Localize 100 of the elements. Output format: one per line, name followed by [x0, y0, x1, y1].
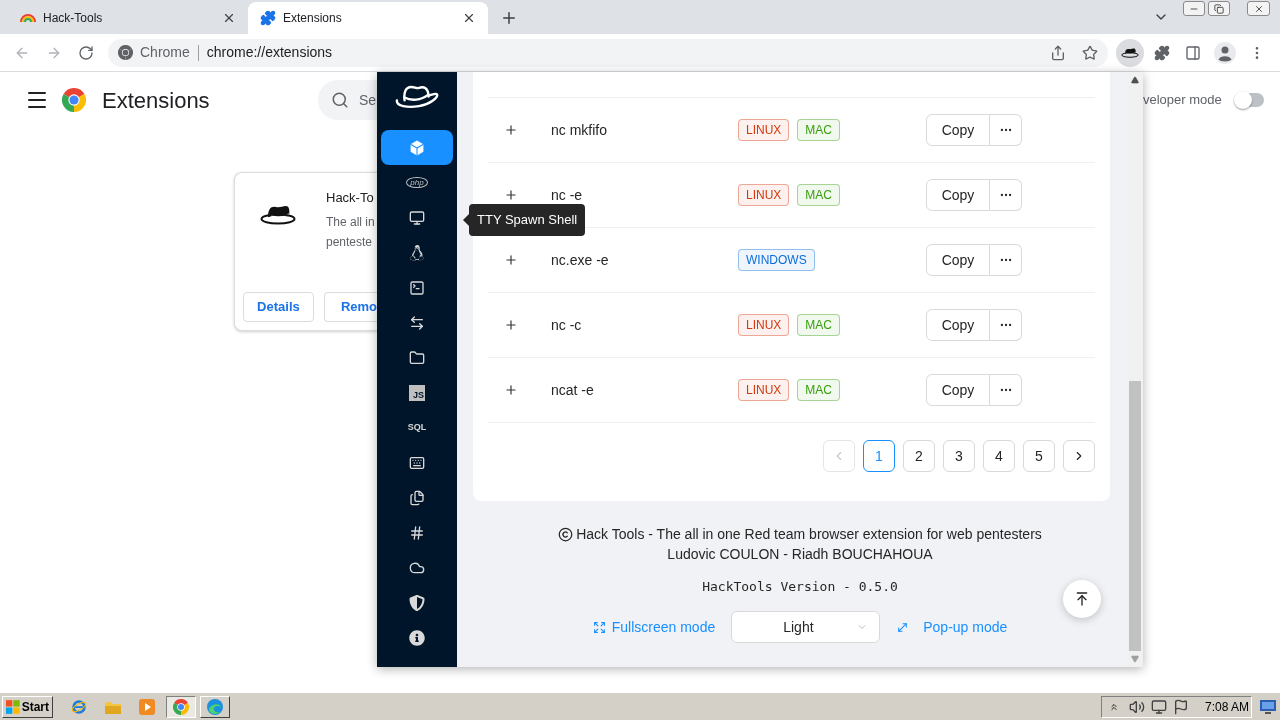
developer-mode-label: veloper mode — [1143, 91, 1222, 110]
copyright-icon — [558, 526, 574, 542]
browser-tab[interactable]: Extensions — [248, 2, 488, 34]
hat-logo-icon — [395, 85, 439, 109]
extension-name: Hack-To — [326, 189, 375, 207]
chrome-logo-icon — [118, 45, 133, 60]
four-color-flag-icon — [6, 699, 20, 714]
command-name: nc -e — [551, 188, 584, 202]
version-text: HackTools Version - 0.5.0 — [702, 578, 898, 596]
e-logo-icon[interactable] — [71, 698, 87, 715]
platform-tag: LINUX — [738, 184, 790, 206]
restore-icon — [1214, 3, 1224, 14]
page-button[interactable]: 5 — [1023, 440, 1055, 472]
flag-icon[interactable] — [1172, 698, 1189, 715]
scrollbar-thumb[interactable] — [1129, 381, 1141, 651]
page-button[interactable]: 3 — [943, 440, 975, 472]
star-icon[interactable] — [1082, 44, 1098, 61]
monitor-icon[interactable] — [1150, 698, 1167, 715]
close-tab-icon[interactable] — [462, 11, 476, 25]
copy-button[interactable]: Copy — [926, 114, 990, 146]
back-to-top-button[interactable] — [1063, 580, 1101, 618]
share-icon[interactable] — [1050, 44, 1066, 61]
theme-select[interactable]: Light — [731, 611, 881, 643]
expand-plus-icon[interactable] — [504, 188, 518, 202]
command-name: nc -c — [551, 318, 583, 332]
scroll-up-arrow-icon[interactable] — [1131, 76, 1139, 84]
command-name: ncat -e — [551, 383, 595, 397]
chrome-logo-icon — [62, 88, 86, 112]
shield-icon — [409, 594, 425, 611]
platform-tag: MAC — [797, 184, 840, 206]
left-right-arrows-icon — [409, 314, 425, 331]
search-input[interactable]: Se — [359, 89, 377, 111]
expand-plus-icon[interactable] — [504, 123, 518, 137]
copy-button[interactable]: Copy — [926, 374, 990, 406]
files-icon — [409, 489, 425, 506]
sidebar-item[interactable]: JS — [381, 375, 453, 410]
page-title: Extensions — [102, 86, 210, 115]
side-panel-icon[interactable] — [1185, 44, 1201, 61]
play-icon[interactable] — [139, 698, 155, 715]
extension-description: penteste — [326, 234, 374, 251]
developer-mode-toggle[interactable] — [1233, 91, 1266, 109]
copy-button[interactable]: Copy — [926, 244, 990, 276]
extension-description: The all in — [326, 214, 375, 231]
info-icon — [409, 629, 425, 646]
site-chip[interactable]: Chrome — [118, 42, 190, 63]
rainbow-icon — [20, 14, 36, 22]
reload-icon[interactable] — [78, 44, 94, 61]
sidebar-item[interactable] — [381, 130, 453, 165]
swirl-logo-icon — [207, 698, 223, 715]
puzzle-icon — [260, 10, 276, 26]
details-button[interactable]: Details — [243, 292, 314, 322]
hat-icon — [260, 205, 296, 225]
copy-button[interactable]: Copy — [926, 179, 990, 211]
monitor-icon — [409, 209, 425, 226]
cube-icon — [409, 139, 425, 156]
arrow-up-to-line-icon — [1074, 591, 1090, 607]
puzzle-icon[interactable] — [1154, 44, 1170, 61]
penguin-icon — [409, 244, 425, 261]
chrome-logo-icon — [173, 698, 189, 715]
terminal-icon — [409, 279, 425, 296]
speaker-icon[interactable] — [1128, 698, 1145, 715]
minimize-button[interactable] — [1183, 1, 1205, 16]
command-name: nc.exe -e — [551, 253, 610, 267]
restore-button[interactable] — [1208, 1, 1230, 16]
platform-tag: WINDOWS — [738, 249, 815, 271]
desktop-icon[interactable] — [1260, 699, 1276, 714]
close-icon — [1253, 3, 1264, 14]
platform-tag: MAC — [797, 314, 840, 336]
platform-tag: LINUX — [738, 379, 790, 401]
close-window-button[interactable] — [1247, 1, 1270, 16]
double-chevron-up-icon[interactable] — [1108, 701, 1119, 712]
command-name: nc mkfifo — [551, 123, 608, 137]
platform-tag: LINUX — [738, 119, 790, 141]
platform-tag: MAC — [797, 119, 840, 141]
address-bar[interactable]: Chrome chrome://extensions — [108, 38, 1108, 67]
browser-tab[interactable]: Hack-Tools — [8, 2, 248, 34]
hash-icon — [409, 524, 425, 541]
close-tab-icon[interactable] — [222, 11, 236, 25]
expand-arrows-icon — [592, 620, 606, 634]
authors-text: Ludovic COULON - Riadh BOUCHAHOUA — [667, 545, 933, 564]
diagonal-arrow-icon — [896, 620, 910, 634]
folder-icon — [409, 349, 425, 366]
keyboard-icon — [409, 454, 425, 471]
platform-tag: MAC — [797, 379, 840, 401]
sidebar-item[interactable]: SQL — [381, 410, 453, 445]
credit-text: Hack Tools - The all in one Red team browser extension for web pentesters — [576, 524, 1042, 544]
start-button[interactable]: Start — [2, 695, 53, 718]
hat-extension-button[interactable] — [1116, 38, 1144, 67]
new-tab-icon[interactable] — [500, 9, 518, 27]
sidebar-item[interactable]: php — [381, 165, 453, 200]
page-button[interactable]: 2 — [903, 440, 935, 472]
expand-plus-icon[interactable] — [504, 253, 518, 267]
hat-icon — [1121, 47, 1139, 58]
copy-button[interactable]: Copy — [926, 309, 990, 341]
tooltip: TTY Spawn Shell — [463, 204, 586, 236]
expand-plus-icon[interactable] — [504, 383, 518, 397]
page-button[interactable]: 4 — [983, 440, 1015, 472]
expand-plus-icon[interactable] — [504, 318, 518, 332]
profile-avatar-icon[interactable] — [1214, 41, 1236, 64]
search-icon — [331, 91, 349, 109]
